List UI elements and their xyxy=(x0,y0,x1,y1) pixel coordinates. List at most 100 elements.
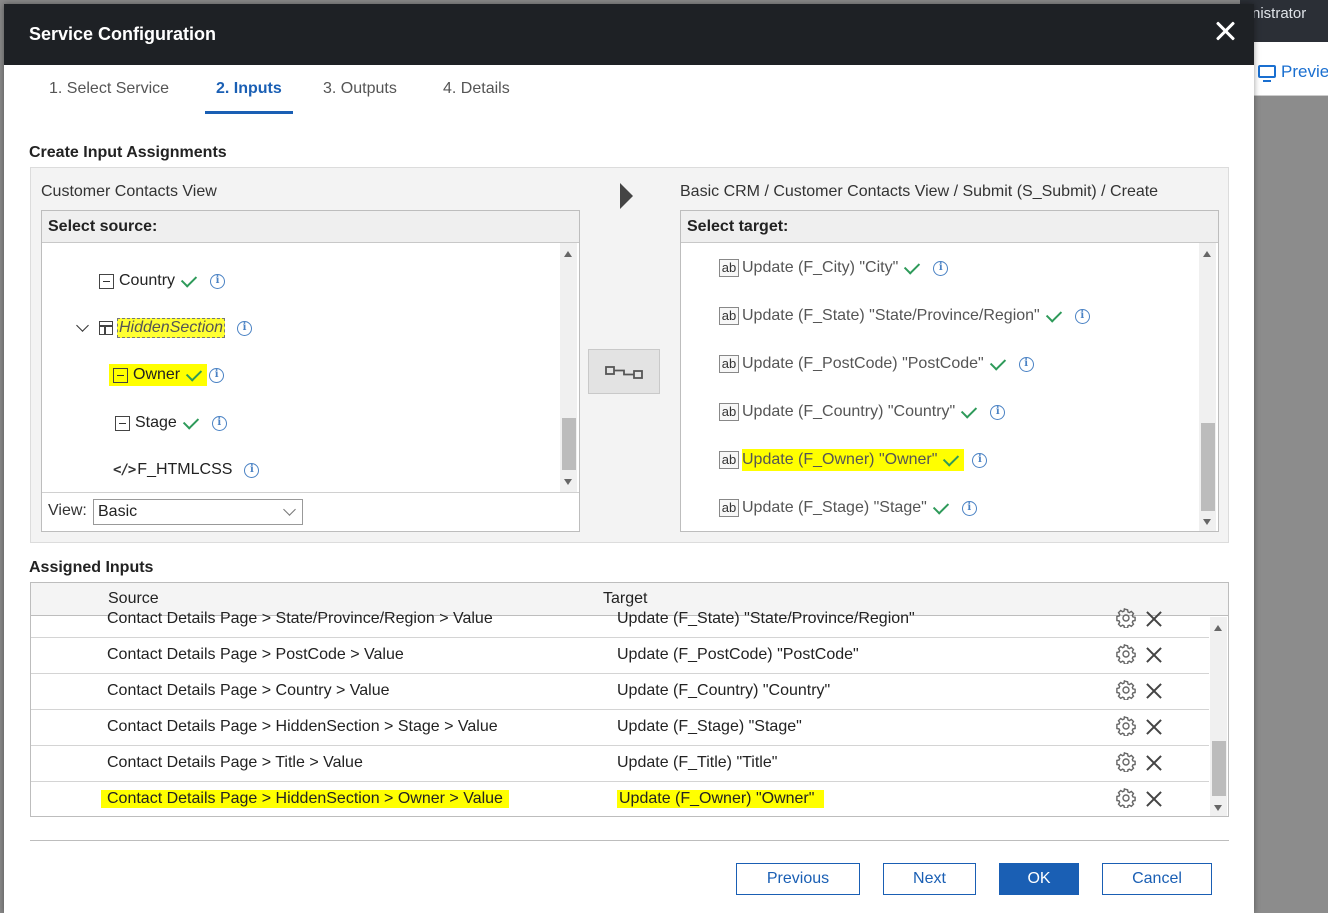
info-icon[interactable]: i xyxy=(211,415,227,431)
info-icon[interactable]: i xyxy=(990,404,1006,420)
info-icon[interactable]: i xyxy=(961,500,977,516)
gear-icon[interactable] xyxy=(1116,716,1136,736)
check-icon xyxy=(989,353,1006,371)
target-tree-header: Select target: xyxy=(681,211,1218,243)
text-field-icon: ab xyxy=(719,403,739,421)
chevron-down-icon xyxy=(283,503,296,516)
scroll-up-icon[interactable] xyxy=(564,251,572,257)
target-node-owner[interactable]: ab Update (F_Owner) "Owner" i xyxy=(719,447,988,473)
gear-icon[interactable] xyxy=(1116,752,1136,772)
dialog-titlebar: Service Configuration xyxy=(4,4,1254,65)
delete-icon[interactable] xyxy=(1145,718,1163,736)
row-target: Update (F_PostCode) "PostCode" xyxy=(617,646,859,663)
info-icon[interactable]: i xyxy=(244,462,260,478)
tab-inputs[interactable]: 2. Inputs xyxy=(216,80,282,98)
check-icon xyxy=(943,449,960,467)
gear-icon[interactable] xyxy=(1116,680,1136,700)
target-node-label: Update (F_State) "State/Province/Region" xyxy=(742,307,1040,324)
source-node-label: Owner xyxy=(133,366,181,383)
source-node-label: Country xyxy=(119,272,176,289)
scroll-up-icon[interactable] xyxy=(1203,251,1211,257)
source-node-stage[interactable]: Stage i xyxy=(115,410,227,436)
row-source: Contact Details Page > PostCode > Value xyxy=(107,646,404,663)
service-configuration-dialog: Service Configuration 1. Select Service … xyxy=(4,4,1254,913)
table-row[interactable]: Contact Details Page > HiddenSection > S… xyxy=(31,710,1209,746)
info-icon[interactable]: i xyxy=(1074,308,1090,324)
info-icon[interactable]: i xyxy=(209,367,225,383)
delete-icon[interactable] xyxy=(1145,610,1163,628)
info-icon[interactable]: i xyxy=(1018,356,1034,372)
info-icon[interactable]: i xyxy=(933,260,949,276)
delete-icon[interactable] xyxy=(1145,790,1163,808)
assigned-inputs-table: Source Target Contact Details Page > Sta… xyxy=(30,582,1229,817)
scroll-thumb[interactable] xyxy=(1201,423,1215,511)
gear-icon[interactable] xyxy=(1116,788,1136,808)
target-node-stage[interactable]: ab Update (F_Stage) "Stage" i xyxy=(719,495,977,521)
scroll-up-icon[interactable] xyxy=(1214,625,1222,631)
source-node-country[interactable]: Country i xyxy=(99,268,226,294)
target-node-label: Update (F_City) "City" xyxy=(742,259,899,276)
row-target: Update (F_Country) "Country" xyxy=(617,682,831,699)
check-icon xyxy=(932,497,949,515)
source-scrollbar[interactable] xyxy=(560,243,577,492)
background-user-label: nistrator xyxy=(1252,5,1307,22)
scroll-down-icon[interactable] xyxy=(1203,519,1211,525)
delete-icon[interactable] xyxy=(1145,754,1163,772)
source-node-label: HiddenSection xyxy=(117,318,226,338)
gear-icon[interactable] xyxy=(1116,608,1136,628)
check-icon xyxy=(961,401,978,419)
target-node-postcode[interactable]: ab Update (F_PostCode) "PostCode" i xyxy=(719,351,1034,377)
scroll-down-icon[interactable] xyxy=(564,479,572,485)
row-source: Contact Details Page > Title > Value xyxy=(107,754,363,771)
monitor-icon xyxy=(1258,65,1276,82)
gear-icon[interactable] xyxy=(1116,644,1136,664)
check-icon xyxy=(1045,305,1062,323)
scroll-thumb[interactable] xyxy=(1212,741,1226,796)
text-field-icon: ab xyxy=(719,499,739,517)
map-assignment-button[interactable] xyxy=(588,349,660,394)
create-input-assignments-heading: Create Input Assignments xyxy=(29,144,227,161)
chevron-down-icon[interactable] xyxy=(76,319,89,332)
row-target: Update (F_Title) "Title" xyxy=(617,754,778,771)
target-node-label: Update (F_Country) "Country" xyxy=(742,403,956,420)
text-field-icon: ab xyxy=(719,355,739,373)
table-row[interactable]: Contact Details Page > HiddenSection > O… xyxy=(31,782,1209,816)
source-node-hiddensection[interactable]: HiddenSection i xyxy=(76,315,253,341)
dialog-title: Service Configuration xyxy=(29,24,217,44)
table-row[interactable]: Contact Details Page > Country > Value U… xyxy=(31,674,1209,710)
target-scrollbar[interactable] xyxy=(1199,243,1216,531)
table-row[interactable]: Contact Details Page > PostCode > Value … xyxy=(31,638,1209,674)
target-node-state[interactable]: ab Update (F_State) "State/Province/Regi… xyxy=(719,303,1090,329)
check-icon xyxy=(185,364,203,382)
view-label: View: xyxy=(48,502,87,519)
table-scrollbar[interactable] xyxy=(1210,617,1227,816)
source-node-htmlcss[interactable]: </> F_HTMLCSS i xyxy=(113,457,260,483)
cancel-button[interactable]: Cancel xyxy=(1102,863,1212,895)
tab-outputs[interactable]: 3. Outputs xyxy=(323,80,397,98)
scroll-thumb[interactable] xyxy=(562,418,576,470)
table-row[interactable]: Contact Details Page > State/Province/Re… xyxy=(31,602,1209,638)
background-preview-button[interactable]: Previe xyxy=(1258,62,1328,82)
info-icon[interactable]: i xyxy=(237,320,253,336)
info-icon[interactable]: i xyxy=(210,273,226,289)
ok-button[interactable]: OK xyxy=(999,863,1079,895)
tab-details[interactable]: 4. Details xyxy=(443,80,510,98)
target-node-country[interactable]: ab Update (F_Country) "Country" i xyxy=(719,399,1006,425)
info-icon[interactable]: i xyxy=(972,452,988,468)
close-icon[interactable] xyxy=(1212,18,1240,46)
view-select[interactable]: Basic xyxy=(93,499,303,525)
delete-icon[interactable] xyxy=(1145,682,1163,700)
target-tree-panel: Select target: ab Update (F_City) "City"… xyxy=(680,210,1219,532)
background-preview-label: Previe xyxy=(1281,62,1328,81)
previous-button[interactable]: Previous xyxy=(736,863,860,895)
scroll-down-icon[interactable] xyxy=(1214,805,1222,811)
link-icon xyxy=(605,366,643,379)
tab-select-service[interactable]: 1. Select Service xyxy=(49,80,169,98)
source-node-owner[interactable]: Owner i xyxy=(109,362,225,388)
text-field-icon: ab xyxy=(719,451,739,469)
next-button[interactable]: Next xyxy=(883,863,976,895)
delete-icon[interactable] xyxy=(1145,646,1163,664)
table-row[interactable]: Contact Details Page > Title > Value Upd… xyxy=(31,746,1209,782)
source-view-caption: Customer Contacts View xyxy=(41,183,217,200)
target-node-city[interactable]: ab Update (F_City) "City" i xyxy=(719,255,949,281)
